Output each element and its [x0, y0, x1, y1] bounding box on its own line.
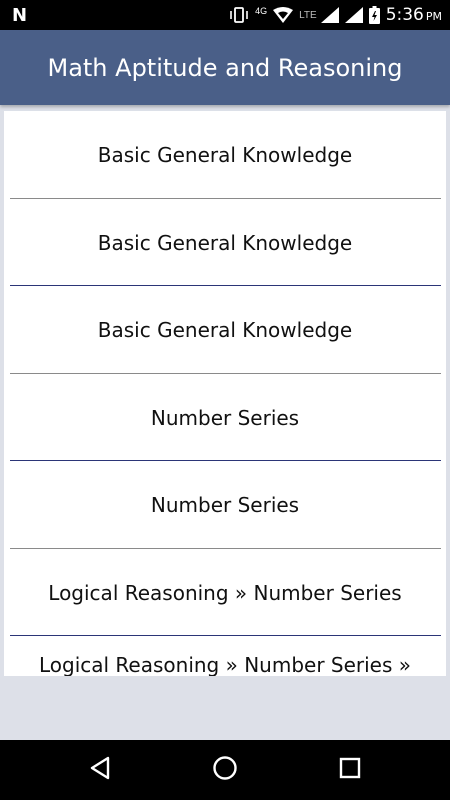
battery-charging-icon [368, 6, 380, 24]
back-icon [89, 756, 111, 785]
status-bar: N 4G LTE 5:36 PM [0, 0, 450, 30]
recents-button[interactable] [320, 740, 380, 800]
home-button[interactable] [195, 740, 255, 800]
list-item[interactable]: Basic General Knowledge [4, 286, 446, 373]
network-4g-label: 4G [255, 6, 268, 16]
app-title: Math Aptitude and Reasoning [47, 53, 403, 82]
list-item[interactable]: Number Series [4, 374, 446, 461]
back-button[interactable] [70, 740, 130, 800]
list-item[interactable]: Logical Reasoning » Number Series [4, 549, 446, 636]
status-time-ampm: PM [425, 10, 442, 23]
list-item[interactable]: Number Series [4, 461, 446, 548]
signal-icon [344, 7, 363, 23]
n-notification-icon: N [12, 5, 28, 26]
status-icons: 4G LTE 5:36 PM [229, 0, 442, 30]
app-bar: Math Aptitude and Reasoning [0, 30, 450, 105]
list-item[interactable]: Logical Reasoning » Number Series » [4, 636, 446, 676]
topic-list: Basic General Knowledge Basic General Kn… [4, 111, 446, 676]
home-icon [212, 755, 238, 786]
vibrate-icon [229, 7, 249, 23]
signal-icon [320, 7, 339, 23]
navigation-bar [0, 740, 450, 800]
network-lte-label: LTE [299, 9, 317, 21]
screen: N 4G LTE 5:36 PM Math Aptitude and Reaso… [0, 0, 450, 800]
list-item[interactable]: Basic General Knowledge [4, 111, 446, 198]
wifi-icon [273, 7, 294, 23]
recents-icon [339, 757, 361, 784]
list-item[interactable]: Basic General Knowledge [4, 199, 446, 286]
status-time-value: 5:36 [385, 5, 424, 25]
status-time: 5:36 PM [386, 5, 442, 25]
